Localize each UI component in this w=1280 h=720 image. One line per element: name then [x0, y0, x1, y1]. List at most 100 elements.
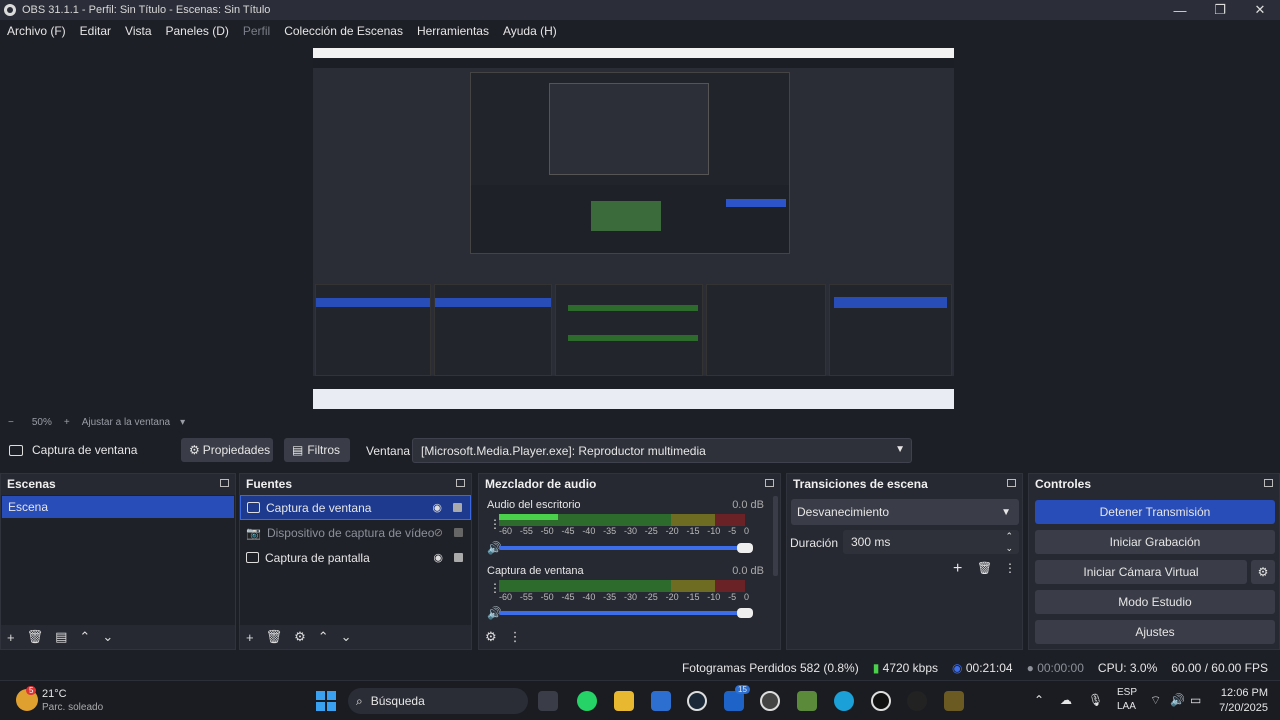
search-box[interactable]: ⌕ Búsqueda: [348, 688, 528, 714]
mixer-channel: Audio del escritorio 0.0 dB ⋮ -60 -55 -50-…: [479, 495, 770, 561]
edge-icon[interactable]: [834, 691, 854, 711]
move-down-icon[interactable]: ⌄: [341, 629, 352, 645]
language-secondary[interactable]: LAA: [1117, 701, 1136, 712]
add-icon[interactable]: +: [246, 630, 254, 645]
mixer-channel: Captura de ventana 0.0 dB ⋮ -60 -55 -50 -45…: [479, 561, 770, 627]
wifi-icon[interactable]: ⌔: [1150, 693, 1161, 708]
gear-icon[interactable]: ⚙: [1251, 560, 1275, 584]
controls-title: Controles: [1029, 474, 1279, 494]
trash-icon[interactable]: 🗑: [27, 629, 44, 645]
maximize-button[interactable]: ❐: [1200, 0, 1240, 20]
menu-dots-icon[interactable]: ⋮: [509, 629, 522, 645]
advanced-audio-icon[interactable]: ⚙: [485, 629, 497, 645]
popout-icon[interactable]: [220, 479, 229, 487]
volume-slider[interactable]: [499, 543, 753, 553]
scene-item[interactable]: Escena: [2, 496, 234, 518]
filter-icon[interactable]: ▤: [55, 629, 67, 645]
eye-icon[interactable]: ◉: [432, 501, 442, 514]
app-icon[interactable]: [944, 691, 964, 711]
lock-icon[interactable]: [453, 503, 462, 512]
battery-icon[interactable]: ▭: [1190, 693, 1201, 707]
menu-coleccion[interactable]: Colección de Escenas: [284, 24, 403, 38]
menu-perfil[interactable]: Perfil: [243, 24, 270, 38]
minecraft-icon[interactable]: [797, 691, 817, 711]
start-virtual-camera-button[interactable]: Iniciar Cámara Virtual: [1035, 560, 1247, 584]
window-select[interactable]: [Microsoft.Media.Player.exe]: Reproducto…: [412, 438, 912, 463]
source-item[interactable]: Captura de pantalla ◉: [240, 545, 471, 570]
volume-slider[interactable]: [499, 608, 753, 618]
trash-icon[interactable]: 🗑: [977, 561, 992, 575]
transition-select[interactable]: Desvanecimiento ▼: [791, 499, 1019, 525]
move-up-icon[interactable]: ⌃: [79, 629, 90, 645]
eye-icon[interactable]: ◉: [433, 551, 443, 564]
studio-mode-button[interactable]: Modo Estudio: [1035, 590, 1275, 614]
menu-vista[interactable]: Vista: [125, 24, 151, 38]
spinner-icon[interactable]: ⌃ ⌄: [1005, 530, 1013, 554]
lock-icon[interactable]: [454, 528, 463, 537]
microphone-icon[interactable]: 🎙: [1088, 693, 1103, 707]
source-item[interactable]: Captura de ventana ◉: [240, 495, 471, 520]
popout-icon[interactable]: [1007, 479, 1016, 487]
menu-dots-icon[interactable]: ⋮: [1004, 561, 1016, 575]
clock-date[interactable]: 7/20/2025: [1219, 702, 1268, 714]
close-button[interactable]: ✕: [1240, 0, 1280, 20]
duration-input[interactable]: 300 ms ⌃ ⌄: [843, 530, 1019, 554]
chatgpt-icon[interactable]: [760, 691, 780, 711]
zoom-in-button[interactable]: +: [64, 417, 70, 428]
meter-tick-label: -5: [728, 526, 737, 536]
preview-controls-dock: [829, 284, 952, 376]
camera-icon: 📷: [246, 525, 261, 540]
preview-canvas[interactable]: [313, 48, 954, 409]
volume-icon[interactable]: 🔊: [1170, 693, 1185, 707]
add-icon[interactable]: +: [953, 560, 962, 578]
file-explorer-icon[interactable]: [614, 691, 634, 711]
chevron-up-icon[interactable]: ⌃: [1034, 693, 1044, 707]
trash-icon[interactable]: 🗑: [266, 629, 283, 645]
menu-ayuda[interactable]: Ayuda (H): [503, 24, 557, 38]
outlook-icon[interactable]: [724, 691, 744, 711]
stream-icon: ◉: [952, 661, 963, 675]
popout-icon[interactable]: [456, 479, 465, 487]
filter-icon: ▤: [292, 443, 304, 457]
menu-archivo[interactable]: Archivo (F): [7, 24, 66, 38]
preview-taskbar: [313, 389, 954, 409]
stop-streaming-button[interactable]: Detener Transmisión: [1035, 500, 1275, 524]
zoom-dropdown-icon[interactable]: ▾: [180, 417, 185, 428]
store-icon[interactable]: [651, 691, 671, 711]
popout-icon[interactable]: [765, 479, 774, 487]
menu-paneles[interactable]: Paneles (D): [166, 24, 229, 38]
add-icon[interactable]: +: [7, 630, 15, 645]
mixer-scrollbar[interactable]: [773, 496, 778, 576]
popout-icon[interactable]: [1264, 479, 1273, 487]
zoom-out-button[interactable]: −: [8, 417, 14, 428]
filters-button[interactable]: ▤ Filtros: [284, 438, 350, 462]
move-up-icon[interactable]: ⌃: [318, 629, 329, 645]
clock-time[interactable]: 12:06 PM: [1221, 687, 1268, 699]
scenes-toolbar: + 🗑 ▤ ⌃ ⌄: [1, 625, 235, 649]
language-primary[interactable]: ESP: [1117, 687, 1137, 698]
menu-editar[interactable]: Editar: [80, 24, 111, 38]
eye-hidden-icon[interactable]: ⊘: [434, 526, 443, 539]
menu-herramientas[interactable]: Herramientas: [417, 24, 489, 38]
windows-start-icon[interactable]: [316, 691, 336, 711]
cloud-icon[interactable]: ☁: [1060, 693, 1072, 707]
scenes-list: Escena: [1, 495, 235, 625]
obs-icon[interactable]: [871, 691, 891, 711]
minimize-button[interactable]: —: [1160, 0, 1200, 20]
source-item[interactable]: 📷 Dispositivo de captura de vídeo ⊘: [240, 520, 471, 545]
whatsapp-icon[interactable]: [577, 691, 597, 711]
sources-dock: Fuentes Captura de ventana ◉ 📷 Dispositi…: [239, 473, 472, 650]
task-view-icon[interactable]: [538, 691, 558, 711]
sources-title: Fuentes: [240, 474, 471, 494]
properties-button[interactable]: ⚙ Propiedades: [181, 438, 273, 462]
start-recording-button[interactable]: Iniciar Grabación: [1035, 530, 1275, 554]
steam-icon[interactable]: [687, 691, 707, 711]
move-down-icon[interactable]: ⌄: [102, 629, 113, 645]
channel-name: Captura de ventana: [487, 565, 584, 577]
gear-icon[interactable]: ⚙: [294, 629, 306, 645]
meter-tick-label: -50: [540, 592, 554, 602]
media-player-icon[interactable]: [907, 691, 927, 711]
fit-window-label[interactable]: Ajustar a la ventana: [82, 417, 170, 428]
lock-icon[interactable]: [454, 553, 463, 562]
settings-button[interactable]: Ajustes: [1035, 620, 1275, 644]
